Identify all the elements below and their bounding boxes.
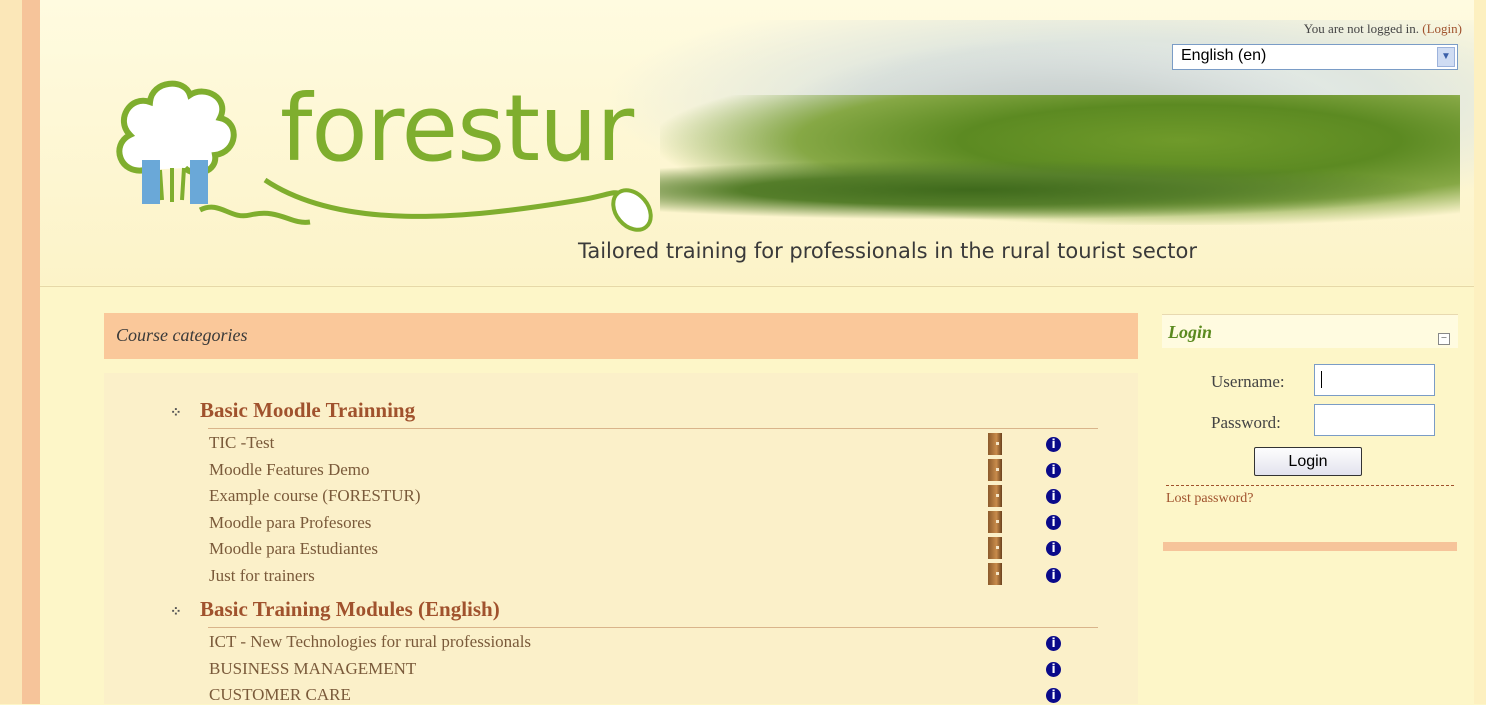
course-link[interactable]: BUSINESS MANAGEMENT (209, 659, 416, 679)
door-icon (988, 511, 1002, 533)
login-status: You are not logged in. (Login) (1304, 21, 1462, 37)
header-divider (40, 286, 1474, 287)
door-icon (988, 485, 1002, 507)
info-icon[interactable]: i (1046, 541, 1061, 556)
course-link[interactable]: CUSTOMER CARE (209, 685, 351, 705)
language-select[interactable]: English (en) ▼ (1172, 44, 1458, 70)
course-link[interactable]: Moodle Features Demo (209, 460, 370, 480)
info-icon[interactable]: i (1046, 662, 1061, 677)
text-cursor (1321, 371, 1322, 388)
page-border-right (1474, 0, 1486, 704)
course-link[interactable]: ICT - New Technologies for rural profess… (209, 632, 531, 652)
page-border-accent (22, 0, 40, 704)
door-icon (988, 433, 1002, 455)
category-rule (208, 428, 1098, 429)
category-name: Basic Training Modules (English) (200, 597, 500, 621)
door-icon (988, 563, 1002, 585)
lost-password-link[interactable]: Lost password? (1166, 491, 1254, 507)
course-link[interactable]: Moodle para Estudiantes (209, 539, 378, 559)
category-icon: ⁘ (170, 605, 182, 620)
info-icon[interactable]: i (1046, 437, 1061, 452)
category-link[interactable]: ⁘ Basic Moodle Trainning (170, 398, 415, 423)
course-link[interactable]: Example course (FORESTUR) (209, 486, 421, 506)
username-field[interactable] (1314, 364, 1435, 396)
login-block-title: Login (1168, 322, 1213, 342)
chevron-down-icon[interactable]: ▼ (1437, 47, 1455, 67)
category-name: Basic Moodle Trainning (200, 398, 416, 422)
course-link[interactable]: Moodle para Profesores (209, 513, 371, 533)
category-link[interactable]: ⁘ Basic Training Modules (English) (170, 597, 500, 622)
password-field[interactable] (1314, 404, 1435, 436)
info-icon[interactable]: i (1046, 489, 1061, 504)
page-border-left (0, 0, 22, 704)
header-login-link[interactable]: (Login) (1422, 21, 1462, 36)
info-icon[interactable]: i (1046, 515, 1061, 530)
info-icon[interactable]: i (1046, 463, 1061, 478)
collapse-icon[interactable]: − (1438, 333, 1450, 345)
course-categories-header: Course categories (104, 313, 1138, 359)
login-status-text: You are not logged in. (1303, 21, 1420, 36)
mouse-icon (263, 177, 653, 232)
door-icon (988, 459, 1002, 481)
course-link[interactable]: TIC -Test (209, 433, 274, 453)
language-select-value: English (en) (1181, 47, 1267, 64)
site-header: forestur Tailored training for professio… (40, 0, 1474, 285)
info-icon[interactable]: i (1046, 636, 1061, 651)
category-icon: ⁘ (170, 406, 182, 421)
login-button[interactable]: Login (1254, 447, 1362, 476)
login-block-footer (1163, 542, 1457, 551)
category-rule (208, 627, 1098, 628)
login-divider (1166, 485, 1454, 486)
password-label: Password: (1211, 413, 1281, 432)
header-forest (660, 160, 1440, 220)
username-label: Username: (1211, 372, 1285, 391)
door-icon (988, 537, 1002, 559)
login-block-header: Login − (1162, 314, 1458, 348)
info-icon[interactable]: i (1046, 688, 1061, 703)
course-link[interactable]: Just for trainers (209, 566, 315, 586)
info-icon[interactable]: i (1046, 568, 1061, 583)
site-tagline: Tailored training for professionals in t… (578, 239, 1198, 263)
course-categories-title: Course categories (116, 325, 248, 345)
